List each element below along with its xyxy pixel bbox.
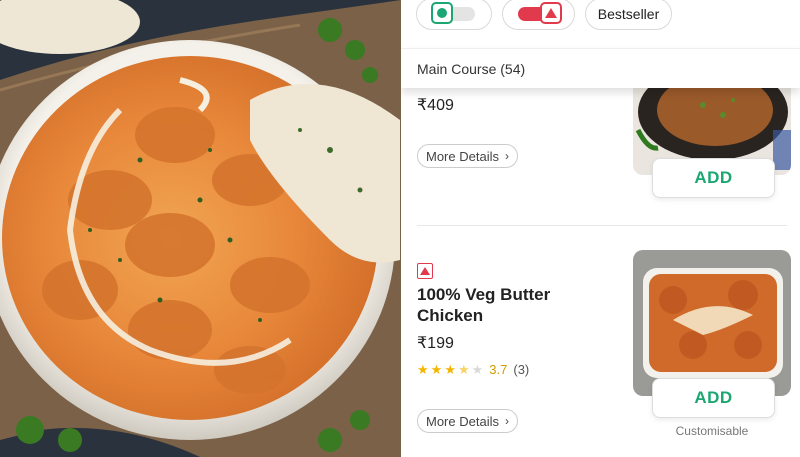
chevron-right-icon: › <box>504 414 509 428</box>
veg-toggle[interactable] <box>431 2 475 24</box>
hero-food-photo <box>0 0 401 457</box>
bestseller-filter-chip[interactable]: Bestseller <box>585 0 672 30</box>
add-button[interactable]: ADD <box>652 378 775 418</box>
item-price: ₹199 <box>417 335 454 352</box>
rating-count: (3) <box>513 362 530 377</box>
veg-filter-chip[interactable] <box>416 0 492 30</box>
menu-panel: Bestseller Main Course (54) ₹409 More De… <box>401 0 800 457</box>
section-header: Main Course (54) <box>401 48 800 88</box>
butter-chicken-image <box>633 250 791 396</box>
item-price: ₹409 <box>417 97 454 114</box>
more-details-button[interactable]: More Details › <box>417 409 518 433</box>
item-image[interactable] <box>633 250 791 396</box>
star-icon: ★ <box>417 362 429 377</box>
add-button[interactable]: ADD <box>652 158 775 198</box>
item-rating: ★ ★ ★ ★ ★ 3.7 (3) <box>417 362 529 377</box>
nonveg-toggle[interactable] <box>517 2 562 24</box>
rating-score: 3.7 <box>489 362 508 377</box>
bestseller-label: Bestseller <box>597 6 660 22</box>
half-star-icon: ★ <box>457 362 470 377</box>
butter-chicken-bowl-image <box>0 0 401 457</box>
item-name: 100% Veg Butter Chicken <box>417 285 551 325</box>
nonveg-triangle-icon <box>539 2 562 24</box>
chevron-right-icon: › <box>504 149 509 163</box>
star-icon: ★ <box>444 362 456 377</box>
star-icon: ★ <box>430 362 443 377</box>
more-details-button[interactable]: More Details › <box>417 144 518 168</box>
item-divider <box>417 225 787 226</box>
veg-circle-icon <box>431 2 453 24</box>
nonveg-filter-chip[interactable] <box>502 0 575 30</box>
more-details-label: More Details <box>426 148 499 164</box>
filter-row: Bestseller <box>401 0 800 48</box>
more-details-label: More Details <box>426 413 499 429</box>
customisable-label: Customisable <box>675 424 749 438</box>
nonveg-indicator-icon <box>417 263 433 279</box>
section-title: Main Course (54) <box>417 61 526 77</box>
star-icon: ★ <box>471 362 484 377</box>
